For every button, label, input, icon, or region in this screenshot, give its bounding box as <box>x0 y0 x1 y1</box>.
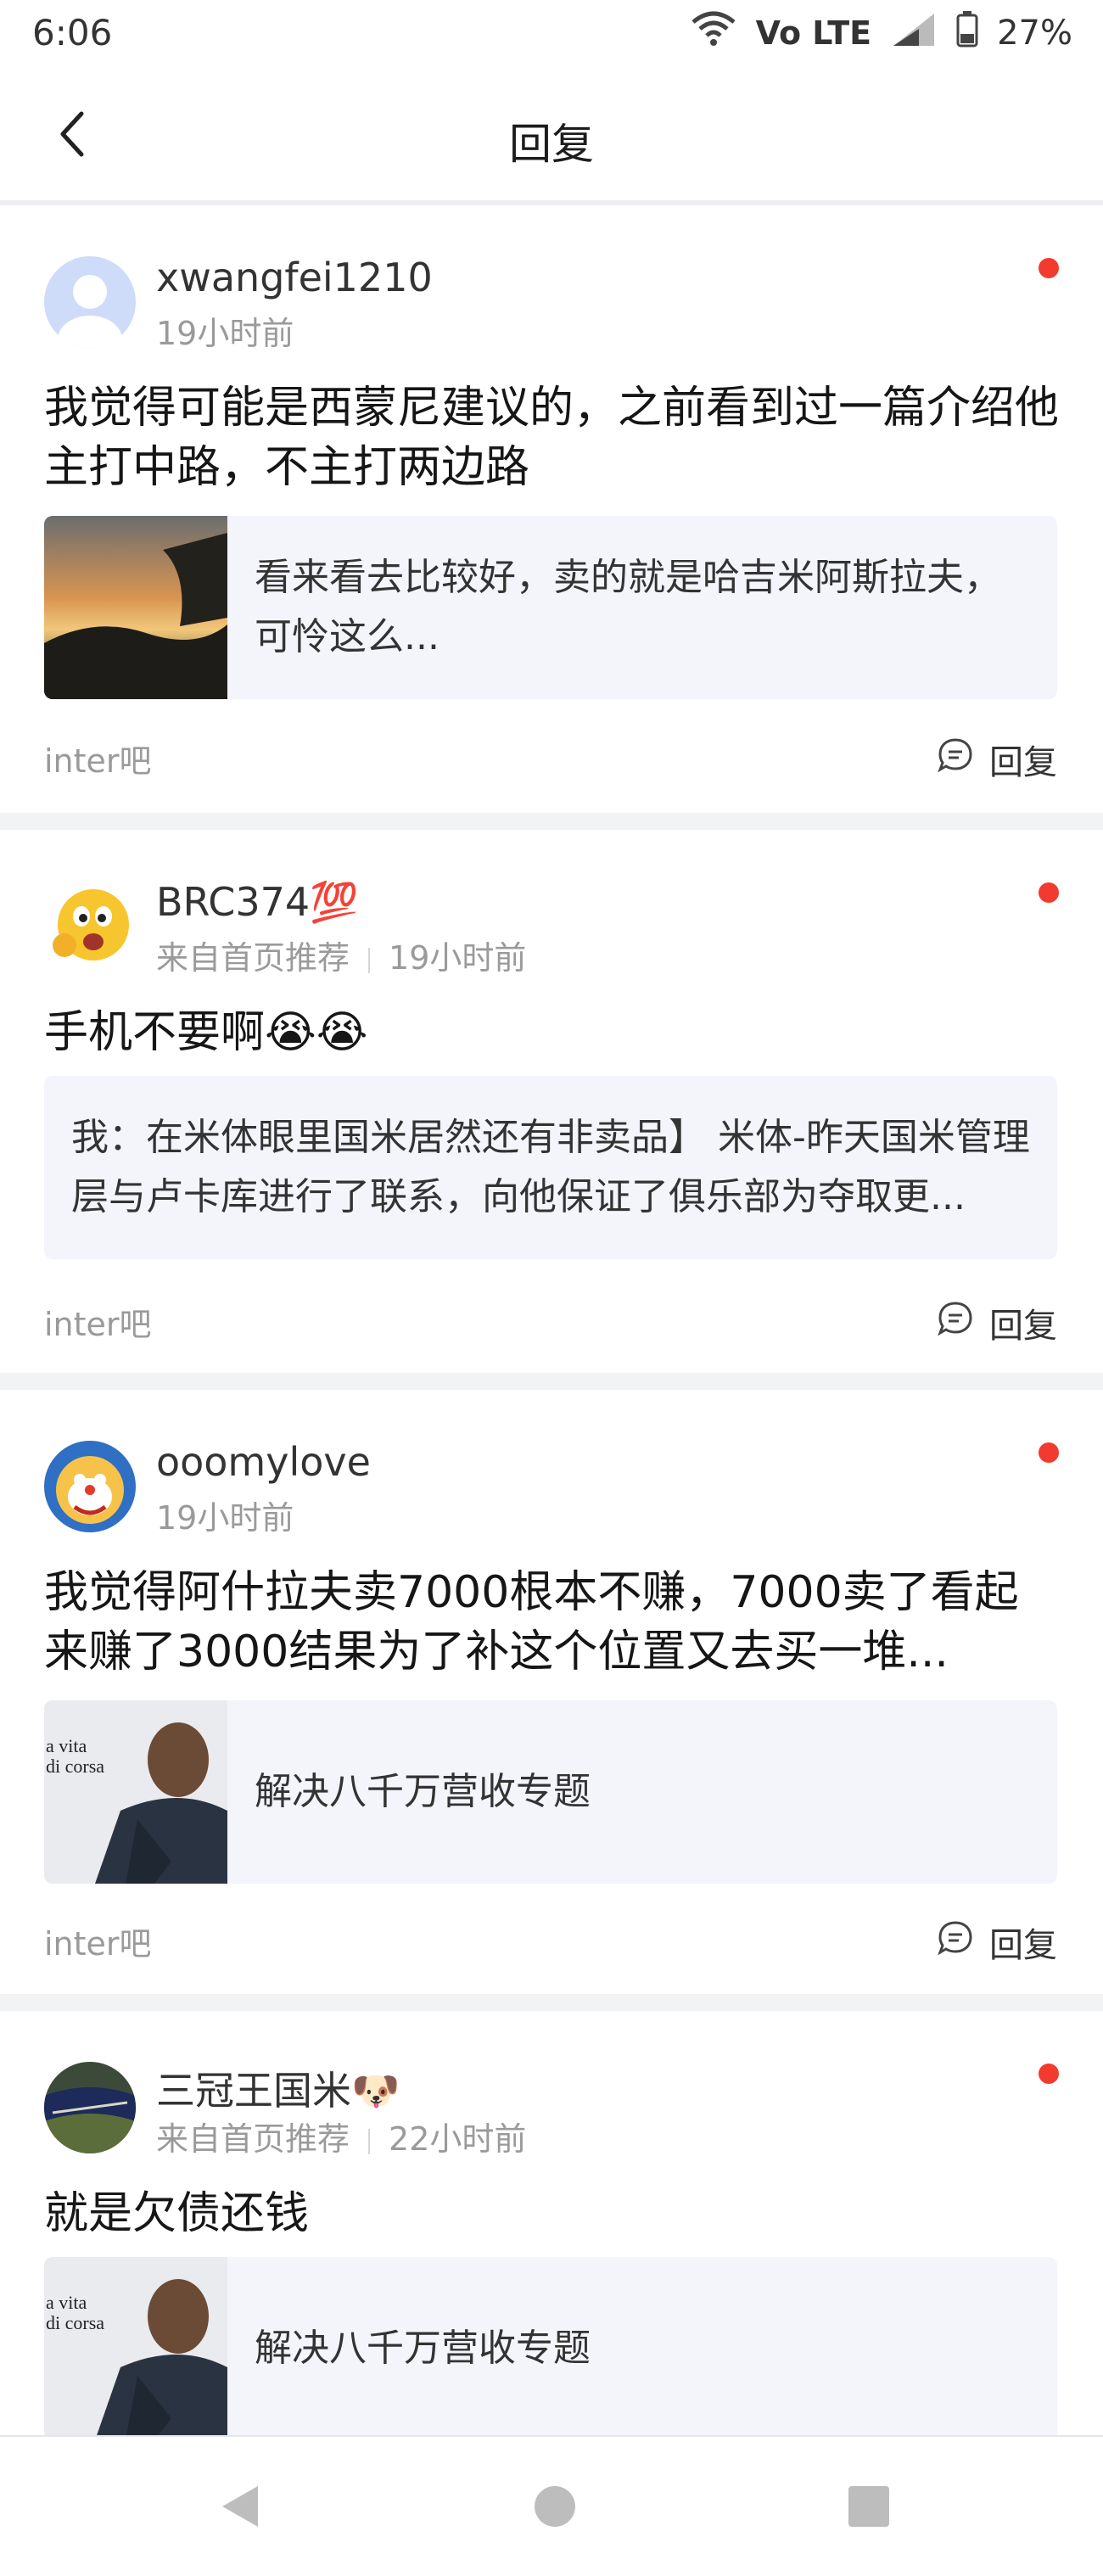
post-meta: 19小时前 <box>156 307 294 354</box>
wifi-icon <box>690 10 737 56</box>
reply-content[interactable]: 我觉得可能是西蒙尼建议的，之前看到过一篇介绍他主打中路，不主打两边路 <box>44 378 1061 497</box>
reply-label: 回复 <box>989 1307 1057 1346</box>
quote-text: 看来看去比较好，卖的就是哈吉米阿斯拉夫，可怜这么... <box>255 556 1001 658</box>
quoted-post[interactable]: 看来看去比较好，卖的就是哈吉米阿斯拉夫，可怜这么... <box>44 516 1057 699</box>
quote-text: 解决八千万营收专题 <box>255 1770 591 1813</box>
post-meta: 来自首页推荐 22小时前 <box>156 2113 526 2159</box>
battery-percent: 27% <box>997 14 1072 53</box>
system-nav-bar <box>0 2435 1103 2576</box>
quoted-post[interactable]: a vita di corsa 解决八千万营收专题 <box>44 1700 1057 1884</box>
avatar[interactable] <box>44 2062 136 2153</box>
unread-dot <box>1039 258 1059 278</box>
reply-content[interactable]: 手机不要啊😭😭 <box>44 1003 1061 1062</box>
page-title: 回复 <box>509 120 594 169</box>
reply-button[interactable]: 回复 <box>937 1298 1057 1347</box>
post-source: 来自首页推荐 <box>156 939 350 977</box>
username[interactable]: BRC374💯 <box>156 879 358 926</box>
avatar[interactable] <box>44 256 136 348</box>
reply-feed[interactable]: xwangfei1210 19小时前 我觉得可能是西蒙尼建议的，之前看到过一篇介… <box>0 205 1103 2469</box>
post-time: 22小时前 <box>389 2120 527 2158</box>
post-source: 来自首页推荐 <box>156 2120 350 2158</box>
volte-icon: Vo LTE <box>755 14 872 52</box>
thumb-text: di corsa <box>46 1756 105 1777</box>
sunset-photo <box>44 516 227 699</box>
reply-card[interactable]: xwangfei1210 19小时前 我觉得可能是西蒙尼建议的，之前看到过一篇介… <box>0 205 1103 813</box>
reply-label: 回复 <box>989 1926 1057 1965</box>
quote-text: 解决八千万营收专题 <box>255 2327 591 2370</box>
username[interactable]: ooomylove <box>156 1439 371 1485</box>
post-meta: 19小时前 <box>156 1492 294 1538</box>
reply-content[interactable]: 我觉得阿什拉夫卖7000根本不赚，7000卖了看起来赚了3000结果为了补这个位… <box>44 1563 1061 1682</box>
divider <box>368 2128 371 2154</box>
player-photo: a vita di corsa <box>44 2257 227 2440</box>
username[interactable]: 三冠王国米🐶 <box>156 2060 400 2116</box>
forum-tag[interactable]: inter吧 <box>44 1918 152 1964</box>
comment-icon <box>937 1919 974 1965</box>
home-circle-icon[interactable] <box>529 2481 580 2532</box>
post-time: 19小时前 <box>156 315 294 352</box>
back-triangle-icon[interactable] <box>216 2481 266 2532</box>
status-bar: 6:06 Vo LTE 27% <box>0 0 1103 71</box>
reply-button[interactable]: 回复 <box>937 735 1057 784</box>
reply-content[interactable]: 就是欠债还钱 <box>44 2184 1061 2243</box>
avatar[interactable] <box>44 1441 136 1532</box>
post-time: 19小时前 <box>389 939 527 977</box>
post-time: 19小时前 <box>156 1499 294 1537</box>
thumb-text: di corsa <box>46 2312 105 2333</box>
unread-dot <box>1039 882 1059 903</box>
forum-tag[interactable]: inter吧 <box>44 735 152 781</box>
forum-tag[interactable]: inter吧 <box>44 1298 152 1345</box>
divider <box>368 947 371 973</box>
recents-square-icon[interactable] <box>843 2481 894 2532</box>
avatar[interactable] <box>44 881 136 972</box>
reply-button[interactable]: 回复 <box>937 1918 1057 1967</box>
reply-card[interactable]: 三冠王国米🐶 来自首页推荐 22小时前 就是欠债还钱 a vita di corsa… <box>0 2011 1103 2452</box>
thumb-text: a vita <box>46 1735 87 1756</box>
unread-dot <box>1039 2064 1059 2084</box>
player-photo: a vita di corsa <box>44 1700 227 1884</box>
thumb-text: a vita <box>46 2292 87 2313</box>
comment-icon <box>937 1300 974 1346</box>
status-time: 6:06 <box>32 12 113 53</box>
header-bar: 回复 <box>0 71 1103 205</box>
reply-card[interactable]: ooomylove 19小时前 我觉得阿什拉夫卖7000根本不赚，7000卖了看… <box>0 1390 1103 1994</box>
post-meta: 来自首页推荐 19小时前 <box>156 932 526 978</box>
reply-label: 回复 <box>989 743 1057 782</box>
battery-icon <box>956 10 978 56</box>
signal-icon <box>890 10 938 56</box>
quoted-post[interactable]: 我：在米体眼里国米居然还有非卖品】 米体-昨天国米管理层与卢卡库进行了联系，向他… <box>44 1076 1057 1259</box>
reply-card[interactable]: BRC374💯 来自首页推荐 19小时前 手机不要啊😭😭 我：在米体眼里国米居然还… <box>0 830 1103 1373</box>
unread-dot <box>1039 1442 1059 1463</box>
quoted-post[interactable]: a vita di corsa 解决八千万营收专题 <box>44 2257 1057 2440</box>
quote-text: 我：在米体眼里国米居然还有非卖品】 米体-昨天国米管理层与卢卡库进行了联系，向他… <box>71 1116 1030 1218</box>
comment-icon <box>937 736 974 782</box>
username[interactable]: xwangfei1210 <box>156 255 433 300</box>
